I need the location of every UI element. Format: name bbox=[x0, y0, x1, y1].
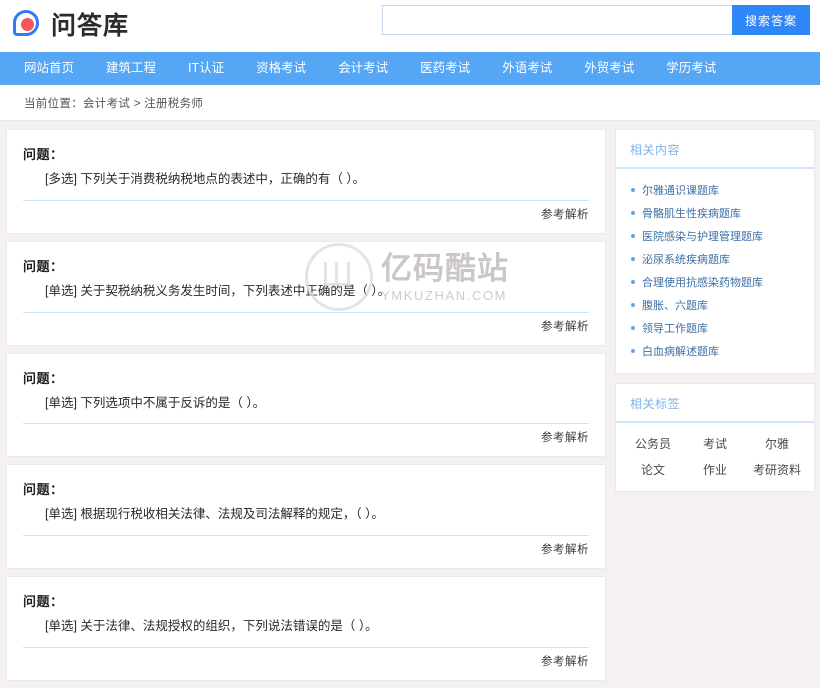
question-heading: 问题： bbox=[23, 258, 64, 274]
related-tags-panel: 相关标签 公务员 考试 尔雅 论文 作业 考研资料 bbox=[615, 383, 815, 492]
list-item[interactable]: 尔雅通识课题库 bbox=[616, 178, 814, 201]
tag-link[interactable]: 作业 bbox=[684, 461, 746, 478]
tag-link[interactable]: 考试 bbox=[684, 435, 746, 452]
view-analysis-link[interactable]: 参考解析 bbox=[541, 653, 589, 669]
main-navigation: 网站首页 建筑工程 IT认证 资格考试 会计考试 医药考试 外语考试 外贸考试 … bbox=[0, 52, 820, 85]
view-analysis-link[interactable]: 参考解析 bbox=[541, 206, 589, 222]
view-analysis-link[interactable]: 参考解析 bbox=[541, 429, 589, 445]
tag-grid: 公务员 考试 尔雅 论文 作业 考研资料 bbox=[616, 423, 814, 491]
nav-item-home[interactable]: 网站首页 bbox=[8, 52, 90, 85]
nav-item-qualification[interactable]: 资格考试 bbox=[240, 52, 322, 85]
question-heading: 问题： bbox=[23, 147, 64, 162]
question-footer: 参考解析 bbox=[23, 313, 589, 339]
related-content-body: 尔雅通识课题库 骨骼肌生性疾病题库 医院感染与护理管理题库 泌尿系统疾病题库 合… bbox=[616, 169, 814, 373]
question-heading: 问题： bbox=[23, 370, 64, 386]
nav-item-education[interactable]: 学历考试 bbox=[650, 52, 732, 85]
question-text: [单选] 根据现行税收相关法律、法规及司法解释的规定，（ ）。 bbox=[23, 505, 589, 536]
question-text: [多选] 下列关于消费税纳税地点的表述中，正确的有（ ）。 bbox=[23, 170, 589, 201]
search-box: 搜索答案 bbox=[382, 5, 810, 35]
nav-item-medical[interactable]: 医药考试 bbox=[404, 52, 486, 85]
tag-link[interactable]: 尔雅 bbox=[746, 435, 808, 452]
related-content-list: 尔雅通识课题库 骨骼肌生性疾病题库 医院感染与护理管理题库 泌尿系统疾病题库 合… bbox=[616, 178, 814, 362]
nav-item-it-cert[interactable]: IT认证 bbox=[172, 52, 240, 85]
question-card[interactable]: 问题： [单选] 关于法律、法规授权的组织，下列说法错误的是（ ）。 参考解析 bbox=[6, 576, 606, 681]
question-heading: 问题： bbox=[23, 482, 64, 498]
search-input[interactable] bbox=[382, 5, 732, 35]
tag-link[interactable]: 论文 bbox=[622, 461, 684, 478]
nav-item-construction[interactable]: 建筑工程 bbox=[90, 52, 172, 85]
logo-text: 问答库 bbox=[51, 11, 130, 40]
site-header: 问答库 搜索答案 bbox=[0, 0, 820, 52]
nav-item-foreign-lang[interactable]: 外语考试 bbox=[486, 52, 568, 85]
question-footer: 参考解析 bbox=[23, 424, 589, 450]
question-card[interactable]: 问题： [单选] 下列选项中不属于反诉的是（ ）。 参考解析 bbox=[6, 352, 606, 458]
nav-item-foreign-trade[interactable]: 外贸考试 bbox=[568, 52, 650, 85]
nav-item-accounting[interactable]: 会计考试 bbox=[322, 52, 404, 85]
search-button[interactable]: 搜索答案 bbox=[732, 5, 810, 35]
question-card[interactable]: 问题： [单选] 关于契税纳税义务发生时间，下列表述中正确的是（ ）。 参考解析 bbox=[6, 240, 606, 346]
question-footer: 参考解析 bbox=[23, 648, 589, 674]
view-analysis-link[interactable]: 参考解析 bbox=[541, 541, 589, 557]
related-content-panel: 相关内容 尔雅通识课题库 骨骼肌生性疾病题库 医院感染与护理管理题库 泌尿系统疾… bbox=[615, 129, 815, 374]
question-card[interactable]: 问题： [单选] 根据现行税收相关法律、法规及司法解释的规定，（ ）。 参考解析 bbox=[6, 464, 606, 569]
breadcrumb: 当前位置：会计考试 > 注册税务师 bbox=[24, 97, 204, 110]
site-logo[interactable]: 问答库 bbox=[13, 7, 129, 45]
page-body: 问题： [多选] 下列关于消费税纳税地点的表述中，正确的有（ ）。 参考解析 问… bbox=[0, 121, 820, 688]
question-card[interactable]: 问题： [多选] 下列关于消费税纳税地点的表述中，正确的有（ ）。 参考解析 bbox=[6, 129, 606, 234]
view-analysis-link[interactable]: 参考解析 bbox=[541, 318, 589, 334]
list-item[interactable]: 腹胀、六题库 bbox=[616, 293, 814, 316]
list-item[interactable]: 合理使用抗感染药物题库 bbox=[616, 270, 814, 293]
list-item[interactable]: 领导工作题库 bbox=[616, 316, 814, 339]
related-tags-title: 相关标签 bbox=[616, 384, 814, 423]
question-list: 问题： [多选] 下列关于消费税纳税地点的表述中，正确的有（ ）。 参考解析 问… bbox=[6, 129, 606, 688]
question-text: [单选] 关于契税纳税义务发生时间，下列表述中正确的是（ ）。 bbox=[23, 282, 589, 313]
breadcrumb-bar: 当前位置：会计考试 > 注册税务师 bbox=[0, 85, 820, 121]
tag-link[interactable]: 考研资料 bbox=[746, 461, 808, 478]
speech-bubble-icon bbox=[13, 10, 45, 42]
question-heading: 问题： bbox=[23, 594, 64, 609]
list-item[interactable]: 白血病解述题库 bbox=[616, 339, 814, 362]
tag-link[interactable]: 公务员 bbox=[622, 435, 684, 452]
sidebar: 相关内容 尔雅通识课题库 骨骼肌生性疾病题库 医院感染与护理管理题库 泌尿系统疾… bbox=[615, 129, 815, 501]
question-text: [单选] 下列选项中不属于反诉的是（ ）。 bbox=[23, 394, 589, 425]
question-text: [单选] 关于法律、法规授权的组织，下列说法错误的是（ ）。 bbox=[23, 617, 589, 648]
related-content-title: 相关内容 bbox=[616, 130, 814, 169]
list-item[interactable]: 医院感染与护理管理题库 bbox=[616, 224, 814, 247]
question-footer: 参考解析 bbox=[23, 536, 589, 562]
list-item[interactable]: 泌尿系统疾病题库 bbox=[616, 247, 814, 270]
list-item[interactable]: 骨骼肌生性疾病题库 bbox=[616, 201, 814, 224]
question-footer: 参考解析 bbox=[23, 201, 589, 227]
